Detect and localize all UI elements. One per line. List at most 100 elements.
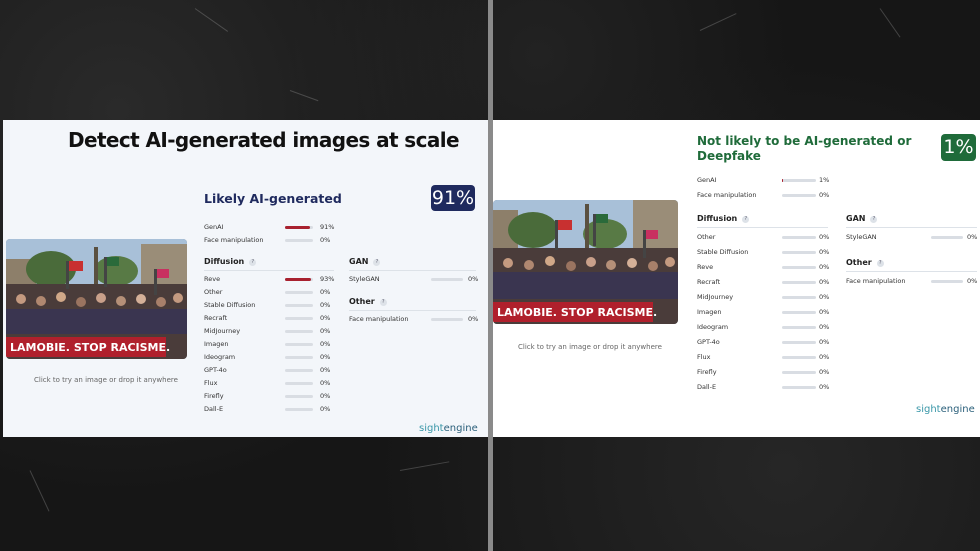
score-label: MidJourney xyxy=(204,327,241,335)
uploaded-photo[interactable]: LAMOBIE. STOP RACISME. xyxy=(493,200,678,324)
help-icon[interactable]: ? xyxy=(249,259,257,266)
score-bar-track xyxy=(431,318,463,321)
diffusion-heading: Diffusion? xyxy=(697,214,750,223)
score-label: Reve xyxy=(697,263,714,271)
score-label: MidJourney xyxy=(697,293,734,301)
score-badge: 1% xyxy=(941,134,976,161)
score-label: Face manipulation xyxy=(349,315,409,323)
score-label: Recraft xyxy=(204,314,228,322)
score-row: MidJourney 0% xyxy=(697,292,831,302)
score-percent: 0% xyxy=(819,263,830,271)
section-rule xyxy=(349,270,476,271)
score-row: Reve 0% xyxy=(697,262,831,272)
uploaded-photo[interactable]: LAMOBIE. STOP RACISME. xyxy=(6,239,187,359)
section-rule xyxy=(846,227,977,228)
score-row: Ideogram 0% xyxy=(697,322,831,332)
score-bar-track xyxy=(782,179,816,182)
score-percent: 0% xyxy=(320,327,331,335)
score-label: Face manipulation xyxy=(846,277,906,285)
score-row: Imagen 0% xyxy=(204,339,332,349)
score-row: Face manipulation 0% xyxy=(204,235,332,245)
score-label: Face manipulation xyxy=(204,236,264,244)
score-percent: 0% xyxy=(819,323,830,331)
score-bar-track xyxy=(782,341,816,344)
help-icon[interactable]: ? xyxy=(379,299,387,306)
score-row: StyleGAN 0% xyxy=(349,274,480,284)
upload-hint: Click to try an image or drop it anywher… xyxy=(34,376,178,384)
score-label: Flux xyxy=(204,379,218,387)
score-label: Firefly xyxy=(204,392,224,400)
score-percent: 91% xyxy=(320,223,335,231)
score-bar-track xyxy=(782,281,816,284)
score-row: StyleGAN 0% xyxy=(846,232,979,242)
sightengine-logo[interactable]: sightengine xyxy=(916,404,975,415)
score-row: Other 0% xyxy=(697,232,831,242)
score-row: GPT-4o 0% xyxy=(204,365,332,375)
score-row: GenAI 1% xyxy=(697,175,831,185)
score-percent: 0% xyxy=(819,383,830,391)
score-bar-track xyxy=(782,266,816,269)
score-row: GPT-4o 0% xyxy=(697,337,831,347)
score-row: Firefly 0% xyxy=(204,391,332,401)
score-row: Flux 0% xyxy=(204,378,332,388)
score-percent: 0% xyxy=(320,340,331,348)
score-percent: 0% xyxy=(320,314,331,322)
score-bar-track xyxy=(285,304,313,307)
score-label: Dall-E xyxy=(697,383,717,391)
score-percent: 0% xyxy=(967,233,978,241)
score-percent: 0% xyxy=(320,236,331,244)
result-title: Not likely to be AI-generated or Deepfak… xyxy=(697,134,912,163)
score-percent: 0% xyxy=(819,191,830,199)
score-label: Imagen xyxy=(204,340,229,348)
score-bar-track xyxy=(782,296,816,299)
help-icon[interactable]: ? xyxy=(876,260,884,267)
upload-hint: Click to try an image or drop it anywher… xyxy=(518,343,662,351)
score-label: Other xyxy=(204,288,223,296)
score-label: Ideogram xyxy=(204,353,236,361)
score-label: StyleGAN xyxy=(349,275,380,283)
score-row: Dall-E 0% xyxy=(697,382,831,392)
score-bar-track xyxy=(285,330,313,333)
score-row: Dall-E 0% xyxy=(204,404,332,414)
score-row: Recraft 0% xyxy=(204,313,332,323)
score-percent: 0% xyxy=(819,248,830,256)
help-icon[interactable]: ? xyxy=(870,216,878,223)
score-bar-track xyxy=(782,236,816,239)
score-row: Stable Diffusion 0% xyxy=(204,300,332,310)
score-percent: 0% xyxy=(819,353,830,361)
score-label: Face manipulation xyxy=(697,191,757,199)
score-label: Stable Diffusion xyxy=(697,248,749,256)
score-row: Reve 93% xyxy=(204,274,334,284)
help-icon[interactable]: ? xyxy=(742,216,750,223)
score-row: Face manipulation 0% xyxy=(349,314,480,324)
score-bar-track xyxy=(782,371,816,374)
section-rule xyxy=(349,310,476,311)
score-label: Reve xyxy=(204,275,221,283)
banner-text: LAMOBIE. STOP RACISME. xyxy=(10,341,170,354)
score-percent: 0% xyxy=(320,366,331,374)
score-bar-track xyxy=(931,236,963,239)
score-row: Firefly 0% xyxy=(697,367,831,377)
score-bar-track xyxy=(285,239,313,242)
score-percent: 0% xyxy=(819,278,830,286)
section-rule xyxy=(204,270,334,271)
score-bar-fill xyxy=(285,226,311,229)
score-badge: 91% xyxy=(431,185,475,211)
score-percent: 0% xyxy=(967,277,978,285)
score-bar-track xyxy=(782,356,816,359)
score-label: GPT-4o xyxy=(697,338,720,346)
sightengine-logo[interactable]: sightengine xyxy=(419,423,478,434)
score-row: Imagen 0% xyxy=(697,307,831,317)
section-rule xyxy=(697,227,828,228)
right-demo-panel: LAMOBIE. STOP RACISME. Click to try an i… xyxy=(493,120,980,437)
score-label: Firefly xyxy=(697,368,717,376)
score-percent: 0% xyxy=(819,368,830,376)
score-bar-track xyxy=(285,278,313,281)
score-percent: 1% xyxy=(819,176,830,184)
help-icon[interactable]: ? xyxy=(373,259,381,266)
score-bar-track xyxy=(285,356,313,359)
score-bar-track xyxy=(931,280,963,283)
score-bar-track xyxy=(285,317,313,320)
score-percent: 0% xyxy=(320,405,331,413)
score-bar-track xyxy=(285,382,313,385)
